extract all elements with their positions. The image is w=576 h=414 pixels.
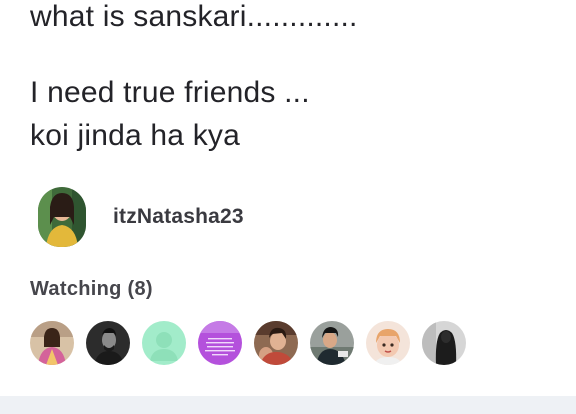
watcher-avatar-6[interactable] bbox=[310, 321, 354, 365]
default-avatar-icon bbox=[142, 321, 186, 365]
watcher-avatar-2[interactable] bbox=[86, 321, 130, 365]
watching-title: Watching bbox=[30, 278, 122, 300]
watching-count: (8) bbox=[127, 278, 153, 300]
watcher-avatar-3[interactable] bbox=[142, 321, 186, 365]
post-line-1: what is sanskari............. bbox=[30, 0, 358, 33]
watcher-avatar-5[interactable] bbox=[254, 321, 298, 365]
footer-band bbox=[0, 396, 576, 414]
post-line-2: I need true friends ... bbox=[30, 76, 310, 109]
post-line-3: koi jinda ha kya bbox=[30, 119, 240, 152]
watcher-avatar-8[interactable] bbox=[422, 321, 466, 365]
watcher-avatar-7[interactable] bbox=[366, 321, 410, 365]
author-username[interactable]: itzNatasha23 bbox=[113, 205, 244, 229]
watcher-avatar-1[interactable] bbox=[30, 321, 74, 365]
watcher-avatar-4[interactable] bbox=[198, 321, 242, 365]
author-avatar[interactable] bbox=[38, 187, 86, 247]
watchers-list bbox=[30, 321, 478, 365]
author-row[interactable]: itzNatasha23 bbox=[30, 186, 244, 248]
watching-heading: Watching (8) bbox=[30, 278, 153, 301]
